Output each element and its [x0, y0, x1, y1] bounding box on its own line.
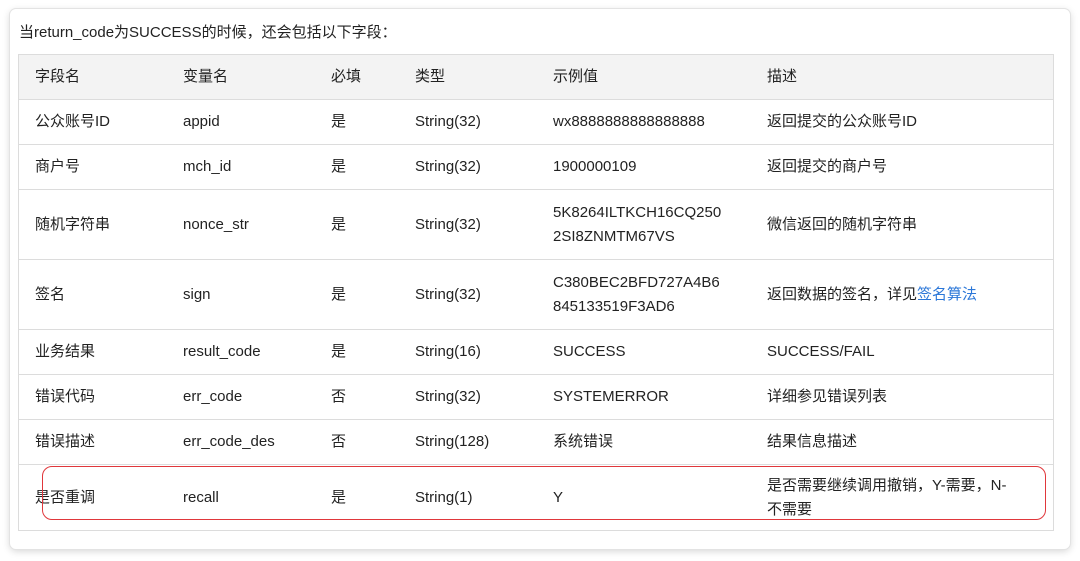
cell-example: 系统错误: [553, 433, 614, 450]
table-row: 业务结果 result_code 是 String(16) SUCCESS SU…: [19, 329, 1053, 374]
cell-description: 返回提交的商户号: [767, 158, 888, 175]
cell-example: 5K8264ILTKCH16CQ250 2SI8ZNMTM67VS: [537, 201, 751, 249]
cell-example: C380BEC2BFD727A4B6 845133519F3AD6: [537, 271, 751, 319]
cell-required: 否: [331, 388, 347, 405]
cell-description: 返回提交的公众账号ID: [767, 113, 918, 130]
cell-variable: recall: [183, 488, 219, 506]
table-row: 错误描述 err_code_des 否 String(128) 系统错误 结果信…: [19, 419, 1053, 464]
cell-description: 返回数据的签名，详见签名算法: [751, 283, 1053, 307]
cell-variable: nonce_str: [183, 215, 249, 233]
header-variable-name: 变量名: [183, 68, 229, 85]
cell-variable: appid: [183, 113, 220, 130]
cell-variable: err_code_des: [183, 433, 275, 450]
cell-example-line: C380BEC2BFD727A4B6: [553, 273, 720, 291]
cell-example-line: 845133519F3AD6: [553, 297, 675, 315]
fields-table: 字段名 变量名 必填 类型 示例值 描述 公众账号ID appid 是 Stri…: [18, 54, 1054, 531]
cell-field: 公众账号ID: [35, 113, 111, 130]
cell-example: SYSTEMERROR: [553, 388, 669, 405]
cell-variable: sign: [183, 285, 211, 303]
intro-text: 当return_code为SUCCESS的时候，还会包括以下字段：: [19, 24, 397, 41]
cell-field: 错误代码: [35, 388, 96, 405]
cell-example: SUCCESS: [553, 343, 626, 360]
cell-example: Y: [553, 488, 564, 506]
header-type: 类型: [415, 68, 446, 85]
cell-variable: result_code: [183, 343, 261, 360]
cell-field: 随机字符串: [35, 215, 111, 233]
cell-required: 是: [331, 343, 347, 360]
cell-required: 否: [331, 433, 347, 450]
description-text: 返回数据的签名，详见: [767, 285, 918, 303]
cell-description: SUCCESS/FAIL: [767, 343, 875, 360]
cell-field: 是否重调: [35, 488, 96, 506]
cell-required: 是: [331, 158, 347, 175]
cell-description-line: 是否需要继续调用撤销，Y-需要，N-: [767, 476, 1007, 494]
cell-description: 微信返回的随机字符串: [767, 215, 918, 233]
table-header-row: 字段名 变量名 必填 类型 示例值 描述: [19, 55, 1053, 99]
cell-type: String(32): [415, 285, 481, 303]
cell-field: 业务结果: [35, 343, 96, 360]
cell-type: String(1): [415, 488, 473, 506]
cell-type: String(32): [415, 215, 481, 233]
header-description: 描述: [767, 68, 798, 85]
cell-required: 是: [331, 285, 347, 303]
signature-algorithm-link[interactable]: 签名算法: [917, 286, 977, 303]
table-row: 错误代码 err_code 否 String(32) SYSTEMERROR 详…: [19, 374, 1053, 419]
header-required: 必填: [331, 68, 362, 85]
cell-type: String(32): [415, 158, 481, 175]
table-row: 签名 sign 是 String(32) C380BEC2BFD727A4B6 …: [19, 259, 1053, 329]
cell-description: 结果信息描述: [767, 433, 858, 450]
cell-example-line: 5K8264ILTKCH16CQ250: [553, 203, 722, 221]
header-field-name: 字段名: [35, 68, 81, 85]
table-row: 随机字符串 nonce_str 是 String(32) 5K8264ILTKC…: [19, 189, 1053, 259]
cell-variable: err_code: [183, 388, 243, 405]
cell-required: 是: [331, 215, 347, 233]
cell-example: 1900000109: [553, 158, 637, 175]
cell-field: 商户号: [35, 158, 81, 175]
table-row: 公众账号ID appid 是 String(32) wx888888888888…: [19, 99, 1053, 144]
table-row: 商户号 mch_id 是 String(32) 1900000109 返回提交的…: [19, 144, 1053, 189]
cell-field: 错误描述: [35, 433, 96, 450]
cell-variable: mch_id: [183, 158, 232, 175]
cell-description: 是否需要继续调用撤销，Y-需要，N- 不需要: [751, 474, 1053, 522]
header-example: 示例值: [553, 68, 599, 85]
cell-description: 详细参见错误列表: [767, 388, 888, 405]
cell-type: String(16): [415, 343, 481, 360]
cell-type: String(32): [415, 113, 481, 130]
cell-example: wx8888888888888888: [553, 113, 705, 130]
cell-example-line: 2SI8ZNMTM67VS: [553, 227, 675, 245]
cell-required: 是: [331, 113, 347, 130]
cell-required: 是: [331, 488, 347, 506]
table-row: 是否重调 recall 是 String(1) Y 是否需要继续调用撤销，Y-需…: [19, 464, 1053, 530]
content-card: 当return_code为SUCCESS的时候，还会包括以下字段： 字段名 变量…: [10, 9, 1070, 549]
cell-description-line: 不需要: [767, 500, 813, 518]
cell-type: String(128): [415, 433, 490, 450]
cell-type: String(32): [415, 388, 481, 405]
cell-field: 签名: [35, 285, 66, 303]
